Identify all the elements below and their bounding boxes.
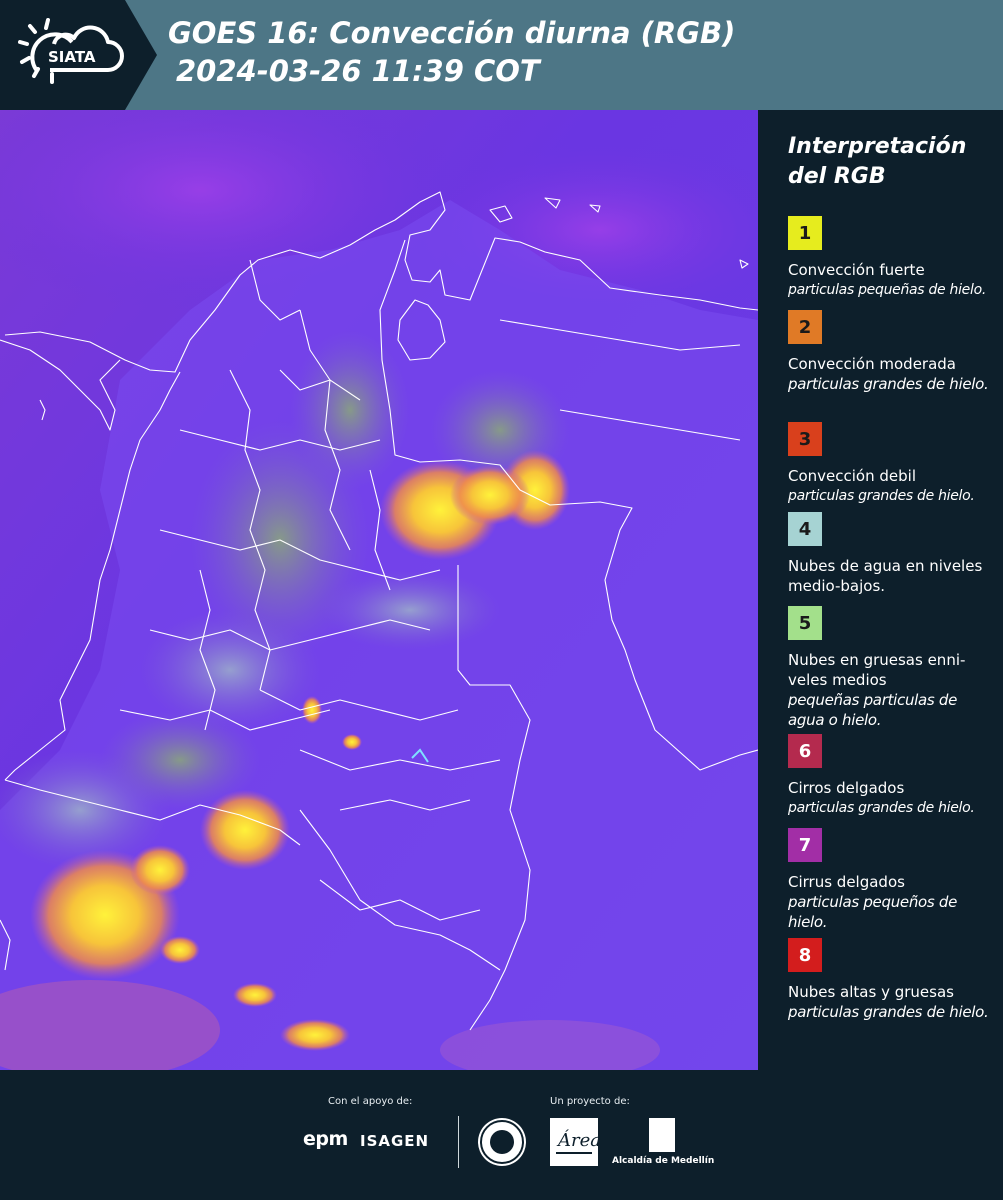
project-caption: Un proyecto de:	[550, 1096, 630, 1107]
area-metropolitana-logo: Área	[550, 1118, 601, 1166]
epm-logo: epm	[303, 1128, 348, 1150]
siata-logo-text: SIATA	[48, 48, 96, 66]
legend-number-3: 3	[798, 428, 812, 450]
legend-title-line1: Interpretación	[788, 134, 967, 159]
legend-number-1: 1	[798, 222, 812, 244]
legend-swatch-4: 4	[788, 512, 822, 546]
legend-number-8: 8	[798, 944, 812, 966]
legend-sub-8: particulas grandes de hielo.	[788, 1003, 989, 1021]
title-line2: 2024-03-26 11:39 COT	[176, 54, 540, 88]
support-caption: Con el apoyo de:	[328, 1096, 413, 1107]
legend-title: Interpretación del RGB	[776, 132, 996, 192]
legend-label-7: Cirrus delgados	[788, 873, 905, 891]
legend-swatch-3: 3	[788, 422, 822, 456]
legend-sub-5: pequeñas particulas de agua o hielo.	[788, 691, 958, 729]
legend-number-6: 6	[798, 740, 812, 762]
legend-swatch-5: 5	[788, 606, 822, 640]
legend-sub-6: particulas grandes de hielo.	[788, 800, 975, 816]
legend-swatch-7: 7	[788, 828, 822, 862]
legend-label-1: Convección fuerte	[788, 261, 925, 279]
legend-item-8: 8 Nubes altas y gruesas particulas grand…	[788, 938, 993, 1022]
legend-sub-7: particulas pequeños de hielo.	[788, 893, 958, 931]
header: SIATA GOES 16: Convección diurna (RGB) 2…	[0, 0, 1003, 110]
legend-label-6: Cirros delgados	[788, 779, 905, 797]
alcaldia-shield-icon	[649, 1118, 675, 1152]
legend-label-2: Convección moderada	[788, 355, 956, 373]
legend-number-5: 5	[798, 612, 812, 634]
alcaldia-text: Alcaldía de Medellín	[612, 1156, 715, 1166]
svg-text:Área: Área	[556, 1128, 598, 1151]
legend-label-3: Convección debil	[788, 467, 916, 485]
legend: Interpretación del RGB 1 Convección fuer…	[776, 132, 996, 1062]
legend-sub-2: particulas grandes de hielo.	[788, 375, 989, 393]
legend-swatch-6: 6	[788, 734, 822, 768]
legend-swatch-1: 1	[788, 216, 822, 250]
legend-swatch-2: 2	[788, 310, 822, 344]
legend-item-6: 6 Cirros delgados particulas grandes de …	[788, 734, 993, 818]
satellite-map	[0, 110, 758, 1070]
legend-number-7: 7	[798, 834, 812, 856]
legend-item-7: 7 Cirrus delgados particulas pequeños de…	[788, 828, 993, 932]
title-line1: GOES 16: Convección diurna (RGB)	[168, 16, 736, 50]
page-title: GOES 16: Convección diurna (RGB) 2024-03…	[168, 14, 735, 90]
legend-swatch-8: 8	[788, 938, 822, 972]
legend-sub-1: particulas pequeñas de hielo.	[788, 282, 986, 298]
legend-item-5: 5 Nubes en gruesas enni-veles medios peq…	[788, 606, 993, 730]
legend-number-4: 4	[798, 518, 812, 540]
legend-label-5: Nubes en gruesas enni-veles medios	[788, 651, 966, 689]
legend-item-2: 2 Convección moderada particulas grandes…	[788, 310, 993, 394]
footer-divider	[458, 1116, 459, 1168]
university-seal-logo	[478, 1118, 526, 1166]
siata-logo: SIATA	[0, 0, 160, 110]
legend-number-2: 2	[798, 316, 812, 338]
isagen-logo: ISAGEN	[360, 1132, 430, 1150]
legend-label-8: Nubes altas y gruesas	[788, 983, 954, 1001]
legend-sub-3: particulas grandes de hielo.	[788, 488, 975, 504]
legend-label-4: Nubes de agua en niveles medio-bajos.	[788, 557, 983, 595]
alcaldia-logo: Alcaldía de Medellín	[612, 1118, 715, 1176]
legend-title-line2: del RGB	[788, 164, 886, 189]
legend-item-1: 1 Convección fuerte particulas pequeñas …	[788, 216, 993, 300]
legend-item-3: 3 Convección debil particulas grandes de…	[788, 422, 993, 506]
footer: Con el apoyo de: Un proyecto de: epm ISA…	[0, 1070, 1003, 1200]
legend-item-4: 4 Nubes de agua en niveles medio-bajos.	[788, 512, 993, 596]
